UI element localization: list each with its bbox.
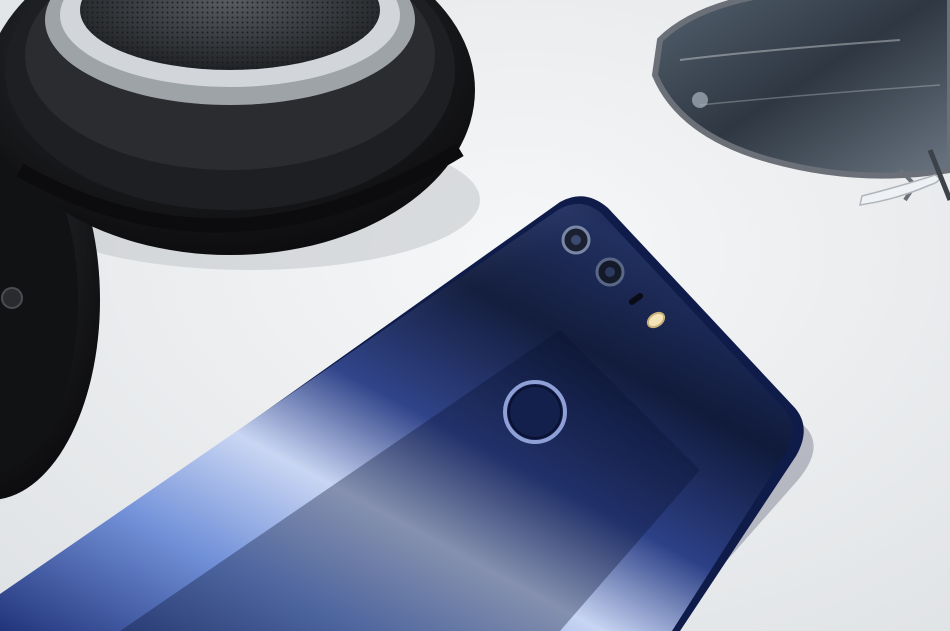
product-photo — [0, 0, 950, 631]
photo-canvas — [0, 0, 950, 631]
fingerprint-sensor-icon — [503, 380, 567, 444]
